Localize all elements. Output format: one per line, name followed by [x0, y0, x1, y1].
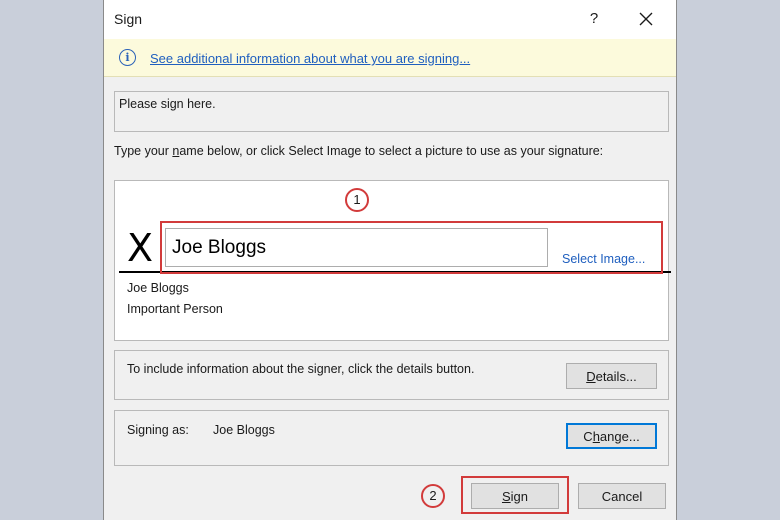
- help-button[interactable]: ?: [582, 8, 606, 32]
- signature-x-mark: X: [127, 226, 154, 270]
- details-text: To include information about the signer,…: [127, 362, 475, 376]
- signing-purpose-text: Please sign here.: [119, 97, 216, 111]
- signature-area: X Select Image... Joe Bloggs Important P…: [114, 180, 671, 341]
- select-image-link[interactable]: Select Image...: [562, 252, 645, 266]
- close-button[interactable]: [631, 6, 661, 32]
- close-icon: [639, 12, 653, 26]
- signer-name: Joe Bloggs: [127, 281, 189, 295]
- details-section: To include information about the signer,…: [114, 350, 669, 400]
- dialog-title: Sign: [114, 11, 143, 27]
- signer-title: Important Person: [127, 302, 223, 316]
- info-icon: i: [119, 49, 136, 66]
- step-2-badge: 2: [421, 484, 445, 508]
- signing-as-section: Signing as: Joe Bloggs Change...: [114, 410, 669, 466]
- change-button[interactable]: Change...: [566, 423, 657, 449]
- info-bar: i See additional information about what …: [104, 39, 676, 77]
- signing-as-name: Joe Bloggs: [213, 423, 275, 437]
- sign-dialog: Sign ? i See additional information abou…: [103, 0, 677, 520]
- cancel-button[interactable]: Cancel: [578, 483, 666, 509]
- step-1-badge: 1: [345, 188, 369, 212]
- signing-as-label: Signing as:: [127, 423, 189, 437]
- signing-purpose-box: Please sign here.: [114, 91, 669, 132]
- sign-button[interactable]: Sign: [471, 483, 559, 509]
- signature-instruction: Type your name below, or click Select Im…: [114, 144, 604, 158]
- signature-line: [119, 271, 671, 273]
- title-bar: Sign ?: [104, 0, 676, 39]
- signature-name-input[interactable]: [165, 228, 548, 267]
- details-button[interactable]: Details...: [566, 363, 657, 389]
- additional-info-link[interactable]: See additional information about what yo…: [150, 51, 470, 66]
